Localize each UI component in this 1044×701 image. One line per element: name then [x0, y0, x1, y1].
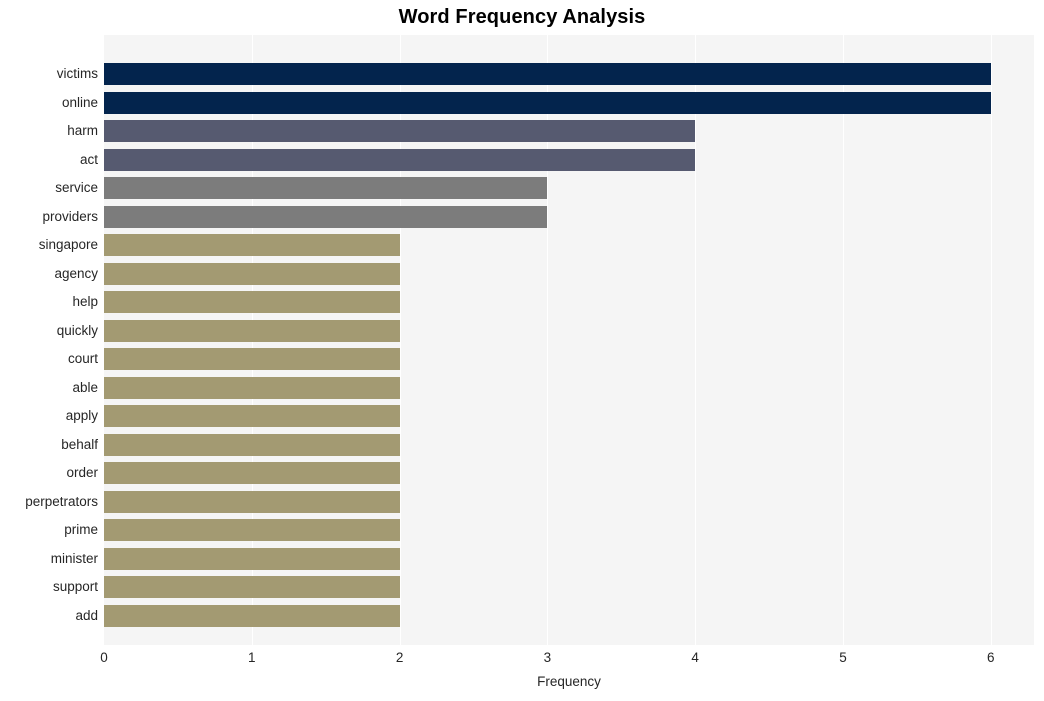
bar: [104, 234, 400, 256]
y-tick-label: act: [79, 151, 98, 167]
x-tick-label: 1: [248, 650, 256, 665]
plot-area: [104, 35, 1034, 645]
bar: [104, 604, 400, 627]
bar: [104, 291, 400, 313]
bar: [104, 148, 696, 171]
bar: [104, 576, 400, 598]
y-tick-label: singapore: [38, 237, 98, 252]
bar: [104, 376, 400, 399]
y-tick-label: minister: [50, 550, 98, 566]
bar: [104, 91, 991, 114]
y-tick-label: court: [67, 351, 98, 366]
bar: [104, 433, 400, 456]
x-axis-title: Frequency: [537, 674, 601, 689]
x-axis-tick-labels: 0 1 2 3 4 5 6: [0, 650, 1044, 670]
y-tick-label: prime: [64, 522, 98, 537]
y-tick-label: apply: [65, 408, 98, 423]
bar: [104, 205, 548, 228]
y-tick-label: quickly: [56, 322, 98, 338]
bar: [104, 519, 400, 541]
y-tick-label: victims: [56, 66, 98, 81]
word-frequency-chart: Word Frequency Analysis victims online har…: [0, 0, 1044, 701]
y-axis-tick-labels: victims online harm act service providers sing…: [0, 35, 98, 645]
bar: [104, 262, 400, 285]
bar: [104, 63, 991, 85]
bar: [104, 120, 696, 142]
y-tick-label: order: [66, 465, 98, 480]
bar: [104, 348, 400, 370]
bar: [104, 177, 548, 199]
x-tick-label: 2: [395, 650, 404, 665]
x-tick-label: 0: [100, 650, 108, 665]
y-tick-label: perpetrators: [25, 493, 98, 509]
bar: [104, 490, 400, 513]
bar: [104, 462, 400, 484]
x-tick-label: 4: [691, 650, 699, 665]
y-tick-label: able: [72, 379, 98, 395]
chart-title: Word Frequency Analysis: [398, 6, 646, 28]
x-tick-label: 5: [839, 650, 847, 665]
x-tick-label: 6: [987, 650, 995, 665]
y-tick-label: add: [75, 607, 98, 623]
y-tick-label: agency: [54, 265, 98, 281]
bar: [104, 405, 400, 427]
bar: [104, 547, 400, 570]
y-tick-label: support: [52, 579, 98, 594]
x-tick-label: 3: [543, 650, 552, 665]
y-tick-label: help: [72, 294, 98, 309]
y-tick-label: online: [61, 94, 98, 110]
bars-layer: [104, 35, 1034, 645]
y-tick-label: behalf: [61, 436, 98, 452]
y-tick-label: service: [55, 180, 98, 195]
bar: [104, 319, 400, 342]
y-tick-label: harm: [67, 123, 98, 138]
y-tick-label: providers: [42, 208, 98, 224]
